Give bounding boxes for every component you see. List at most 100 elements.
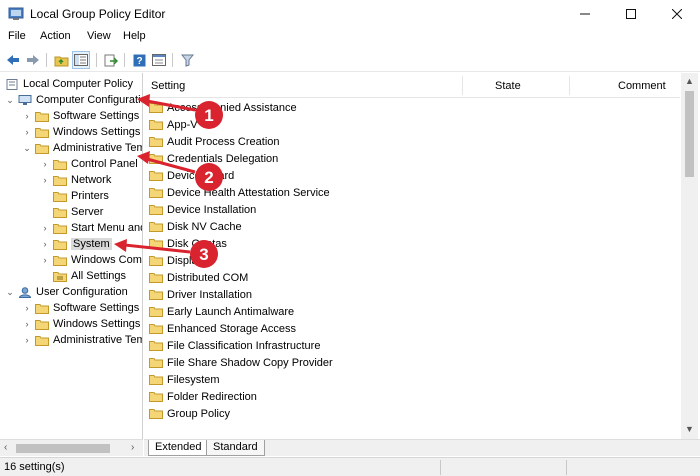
collapse-chevron-icon[interactable]: ⌄ (5, 287, 15, 298)
list-item[interactable]: App-V (149, 116, 198, 133)
tree-item-system[interactable]: › System (40, 236, 112, 252)
list-item[interactable]: Access-Denied Assistance (149, 99, 297, 116)
scrollbar-thumb[interactable] (685, 91, 694, 177)
expand-chevron-icon[interactable]: › (40, 223, 50, 233)
up-folder-icon[interactable] (52, 51, 70, 69)
folder-icon (35, 127, 49, 138)
properties-icon[interactable] (150, 51, 168, 69)
tree-item-all-settings[interactable]: All Settings (40, 268, 126, 284)
tree-item-computer-configuration[interactable]: ⌄ Computer Configuration (5, 92, 142, 108)
tree-item-software-settings[interactable]: › Software Settings (22, 108, 140, 124)
tree-item-user-configuration[interactable]: ⌄ User Configuration (5, 284, 128, 300)
help-icon[interactable]: ? (130, 51, 148, 69)
list-item[interactable]: Disk Quotas (149, 235, 227, 252)
column-divider[interactable] (569, 76, 570, 95)
folder-icon (53, 207, 67, 218)
menu-bar: File Action View Help (0, 28, 700, 46)
export-list-icon[interactable] (102, 51, 120, 69)
status-bar: 16 setting(s) (0, 457, 700, 476)
tree-item-label: Windows Settings (53, 318, 141, 330)
list-item[interactable]: Display (149, 252, 203, 269)
column-divider[interactable] (462, 76, 463, 95)
list-item[interactable]: Device Guard (149, 167, 234, 184)
folder-icon (53, 159, 67, 170)
tab-extended[interactable]: Extended (148, 440, 209, 456)
scroll-down-icon[interactable]: ▼ (685, 424, 694, 434)
list-item[interactable]: Device Installation (149, 201, 256, 218)
expand-chevron-icon[interactable]: › (22, 319, 32, 329)
menu-view[interactable]: View (87, 30, 111, 42)
list-item[interactable]: Group Policy (149, 405, 230, 422)
list-item[interactable]: Audit Process Creation (149, 133, 280, 150)
column-state[interactable]: State (495, 80, 521, 92)
list-item[interactable]: Distributed COM (149, 269, 248, 286)
list-item[interactable]: Device Health Attestation Service (149, 184, 330, 201)
tree-item-control-panel[interactable]: › Control Panel (40, 156, 138, 172)
tree-item-label: Printers (71, 190, 109, 202)
tree-item-user-administrative-templates[interactable]: › Administrative Templates (22, 332, 143, 348)
collapse-chevron-icon[interactable]: ⌄ (22, 143, 32, 154)
tree-horizontal-scrollbar[interactable]: ‹ › (0, 439, 143, 456)
expand-chevron-icon[interactable]: › (22, 127, 32, 137)
column-comment[interactable]: Comment (618, 80, 666, 92)
list-item[interactable]: Folder Redirection (149, 388, 257, 405)
show-hide-tree-icon[interactable] (72, 51, 90, 69)
scroll-right-icon[interactable]: › (131, 442, 134, 453)
minimize-button[interactable] (562, 0, 608, 28)
tree-item-windows-settings[interactable]: › Windows Settings (22, 124, 141, 140)
list-vertical-scrollbar[interactable]: ▲ ▼ (681, 73, 698, 439)
close-button[interactable] (654, 0, 700, 28)
folder-icon (149, 136, 163, 147)
list-item-label: Device Guard (167, 169, 235, 182)
list-item[interactable]: Credentials Delegation (149, 150, 278, 167)
folder-icon (149, 221, 163, 232)
expand-chevron-icon[interactable]: › (22, 303, 32, 313)
maximize-button[interactable] (608, 0, 654, 28)
folder-icon (149, 374, 163, 385)
scroll-left-icon[interactable]: ‹ (4, 442, 7, 453)
tree-item-administrative-templates[interactable]: ⌄ Administrative Templates (22, 140, 142, 156)
menu-action[interactable]: Action (40, 30, 71, 42)
tree-item-start-menu-and-taskbar[interactable]: › Start Menu and Taskbar (40, 220, 143, 236)
expand-chevron-icon[interactable]: › (40, 239, 50, 249)
tree-item-network[interactable]: › Network (40, 172, 112, 188)
view-tabs: Extended Standard (144, 439, 700, 456)
list-item-label: Device Installation (167, 203, 257, 216)
list-item[interactable]: Driver Installation (149, 286, 252, 303)
list-item[interactable]: File Classification Infrastructure (149, 337, 320, 354)
filter-icon[interactable] (178, 51, 196, 69)
forward-icon[interactable] (24, 51, 42, 69)
list-item[interactable]: File Share Shadow Copy Provider (149, 354, 333, 371)
computer-icon (18, 94, 32, 106)
expand-chevron-icon[interactable]: › (22, 111, 32, 121)
tree-item-windows-components[interactable]: › Windows Components (40, 252, 143, 268)
list-item[interactable]: Filesystem (149, 371, 220, 388)
back-icon[interactable] (4, 51, 22, 69)
scrollbar-thumb[interactable] (16, 444, 110, 453)
tree-item-server[interactable]: Server (40, 204, 103, 220)
folder-icon (149, 306, 163, 317)
expand-chevron-icon[interactable]: › (22, 335, 32, 345)
folder-icon (149, 391, 163, 402)
collapse-chevron-icon[interactable]: ⌄ (5, 95, 15, 106)
menu-help[interactable]: Help (123, 30, 146, 42)
tree-item-local-computer-policy[interactable]: Local Computer Policy (2, 76, 133, 92)
group-policy-app-icon (8, 7, 24, 21)
list-item-label: Device Health Attestation Service (167, 186, 330, 199)
list-item-label: Disk NV Cache (167, 220, 242, 233)
tab-standard[interactable]: Standard (206, 440, 265, 456)
tree-item-user-windows-settings[interactable]: › Windows Settings (22, 316, 141, 332)
list-item[interactable]: Disk NV Cache (149, 218, 242, 235)
list-item[interactable]: Enhanced Storage Access (149, 320, 296, 337)
scroll-up-icon[interactable]: ▲ (685, 76, 694, 86)
tree-item-printers[interactable]: Printers (40, 188, 109, 204)
expand-chevron-icon[interactable]: › (40, 255, 50, 265)
list-item[interactable]: Early Launch Antimalware (149, 303, 294, 320)
tree-item-label: Software Settings (53, 110, 140, 122)
column-setting[interactable]: Setting (151, 80, 185, 92)
expand-chevron-icon[interactable]: › (40, 159, 50, 169)
toolbar-separator (124, 53, 125, 67)
expand-chevron-icon[interactable]: › (40, 175, 50, 185)
tree-item-user-software-settings[interactable]: › Software Settings (22, 300, 140, 316)
menu-file[interactable]: File (8, 30, 26, 42)
